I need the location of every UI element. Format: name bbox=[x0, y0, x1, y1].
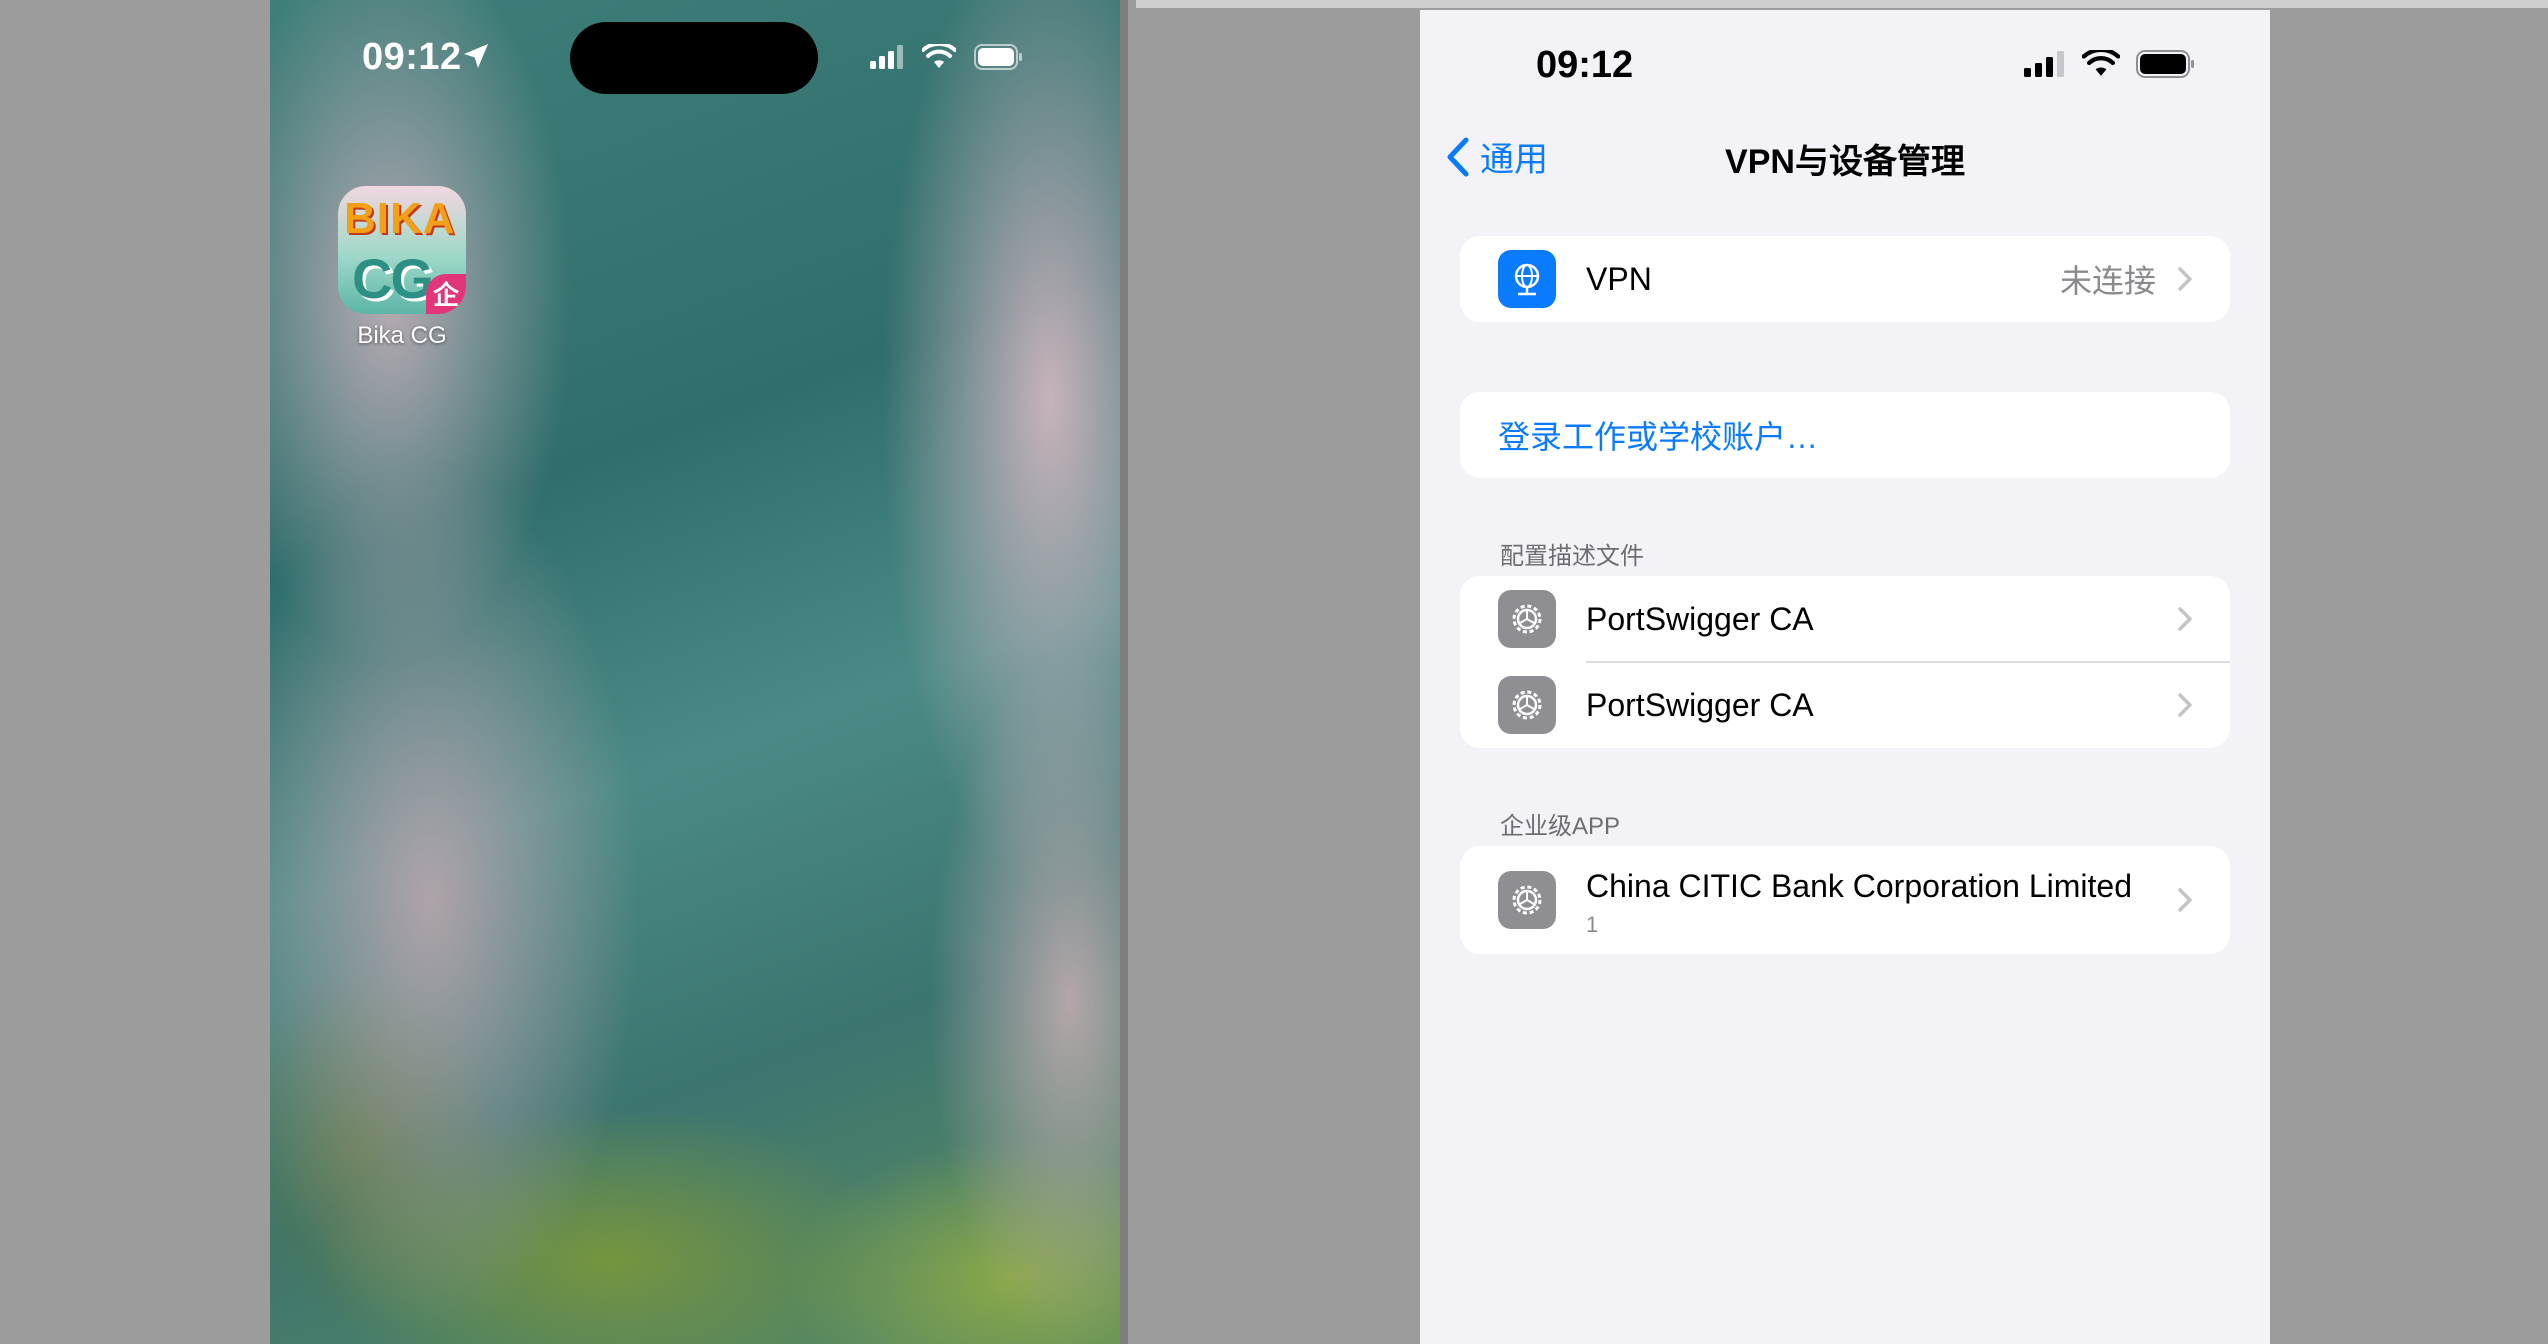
vpn-group: VPN 未连接 bbox=[1460, 236, 2230, 322]
signin-group: 登录工作或学校账户… bbox=[1460, 392, 2230, 478]
status-time: 09:12 bbox=[1536, 44, 1634, 86]
enterprise-app-row[interactable]: China CITIC Bank Corporation Limited 1 bbox=[1460, 846, 2230, 954]
cellular-signal-icon bbox=[870, 45, 903, 69]
app-icon-text-bottom: CG bbox=[352, 247, 434, 310]
wifi-icon bbox=[922, 44, 956, 68]
enterprise-badge: 企 bbox=[426, 274, 466, 314]
chevron-right-icon bbox=[2178, 607, 2192, 631]
chevron-right-icon bbox=[2178, 693, 2192, 717]
battery-icon bbox=[974, 44, 1022, 70]
gear-icon bbox=[1498, 676, 1556, 734]
profiles-group: PortSwigger CA PortSwigger CA bbox=[1460, 576, 2230, 748]
status-icons bbox=[870, 44, 1024, 70]
vpn-status: 未连接 bbox=[2059, 263, 2156, 299]
profile-row[interactable]: PortSwigger CA bbox=[1460, 662, 2230, 748]
profile-row[interactable]: PortSwigger CA bbox=[1460, 576, 2230, 662]
profile-label: PortSwigger CA bbox=[1586, 600, 1814, 637]
enterprise-group: China CITIC Bank Corporation Limited 1 bbox=[1460, 846, 2230, 954]
dynamic-island bbox=[570, 22, 818, 94]
divider bbox=[1120, 0, 1128, 1344]
page-title: VPN与设备管理 bbox=[1725, 143, 1965, 181]
gear-icon bbox=[1498, 871, 1556, 929]
vpn-globe-icon bbox=[1498, 250, 1556, 308]
bika-cg-app-icon[interactable]: BIKA CG 企 bbox=[338, 186, 466, 314]
enterprise-app-count: 1 bbox=[1586, 912, 1599, 937]
home-screen: 09:12 BIKA CG 企 Bika CG bbox=[270, 0, 1120, 1344]
profile-label: PortSwigger CA bbox=[1586, 686, 1814, 723]
app-icon-text-top: BIKA bbox=[344, 194, 456, 243]
chevron-right-icon bbox=[2178, 267, 2192, 291]
app-label: Bika CG bbox=[357, 322, 447, 349]
wifi-icon bbox=[2082, 50, 2120, 76]
settings-screen: 09:12 通用 VPN与设备管理 VPN 未连接 登录工作或学校账户… 配置描… bbox=[1420, 10, 2270, 1344]
enterprise-header: 企业级APP bbox=[1500, 813, 1621, 840]
location-arrow-icon bbox=[464, 44, 488, 68]
cellular-signal-icon bbox=[2024, 51, 2064, 77]
vpn-row[interactable]: VPN 未连接 bbox=[1460, 236, 2230, 322]
chevron-right-icon bbox=[2178, 888, 2192, 912]
signin-link[interactable]: 登录工作或学校账户… bbox=[1498, 412, 1818, 458]
top-edge bbox=[1136, 0, 2548, 8]
battery-icon bbox=[2136, 50, 2194, 78]
status-icons bbox=[2024, 50, 2196, 78]
enterprise-app-label: China CITIC Bank Corporation Limited bbox=[1586, 868, 2133, 904]
gear-icon bbox=[1498, 590, 1556, 648]
status-time: 09:12 bbox=[362, 36, 462, 78]
vpn-label: VPN bbox=[1586, 260, 1652, 297]
profiles-header: 配置描述文件 bbox=[1500, 543, 1644, 570]
signin-row[interactable]: 登录工作或学校账户… bbox=[1460, 392, 2230, 478]
